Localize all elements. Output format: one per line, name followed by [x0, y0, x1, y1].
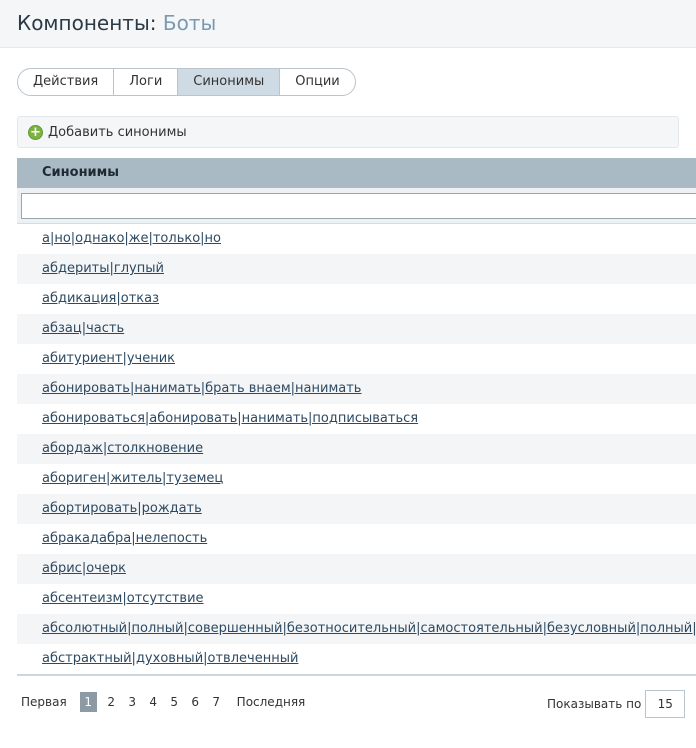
- synonyms-table: Синонимы а|но|однако|же|только|но абдерит…: [17, 158, 696, 676]
- column-header-synonyms[interactable]: Синонимы: [17, 158, 696, 188]
- synonym-link[interactable]: абордаж|столкновение: [42, 441, 203, 456]
- tab-synonyms[interactable]: Синонимы: [178, 69, 281, 95]
- table-row: абстрактный|духовный|отвлеченный: [17, 644, 696, 674]
- synonym-link[interactable]: абстрактный|духовный|отвлеченный: [42, 651, 298, 666]
- pager-first-link[interactable]: Первая: [21, 695, 67, 709]
- table-row: абориген|житель|туземец: [17, 464, 696, 494]
- synonym-link[interactable]: абитуриент|ученик: [42, 351, 175, 366]
- page-title: Компоненты: Боты: [0, 0, 696, 48]
- synonym-link[interactable]: абдериты|глупый: [42, 261, 164, 276]
- synonym-link[interactable]: абонироваться|абонировать|нанимать|подпи…: [42, 411, 418, 426]
- per-page-control: Показывать по 15: [547, 690, 686, 718]
- table-row: абсентеизм|отсутствие: [17, 584, 696, 614]
- synonym-link[interactable]: абонировать|нанимать|брать внаем|нанимат…: [42, 381, 361, 396]
- table-row: абдикация|отказ: [17, 284, 696, 314]
- tab-logs[interactable]: Логи: [114, 69, 179, 95]
- per-page-label: Показывать по: [547, 697, 642, 711]
- synonym-link[interactable]: абрис|очерк: [42, 561, 126, 576]
- table-row: абортировать|рождать: [17, 494, 696, 524]
- synonym-link[interactable]: абортировать|рождать: [42, 501, 202, 516]
- table-row: абдериты|глупый: [17, 254, 696, 284]
- pager-page-5[interactable]: 5: [164, 692, 185, 712]
- filter-row: [17, 188, 696, 224]
- table-row: а|но|однако|же|только|но: [17, 224, 696, 254]
- synonym-link[interactable]: абдикация|отказ: [42, 291, 159, 306]
- synonym-link[interactable]: абракадабра|нелепость: [42, 531, 207, 546]
- toolbar: + Добавить синонимы: [17, 116, 679, 148]
- table-row: абрис|очерк: [17, 554, 696, 584]
- plus-circle-icon[interactable]: +: [28, 124, 43, 140]
- pager-page-6[interactable]: 6: [185, 692, 206, 712]
- table-row: абордаж|столкновение: [17, 434, 696, 464]
- tab-actions[interactable]: Действия: [18, 69, 115, 95]
- table-row: абонироваться|абонировать|нанимать|подпи…: [17, 404, 696, 434]
- synonym-link[interactable]: абзац|часть: [42, 321, 124, 336]
- pager-page-4[interactable]: 4: [143, 692, 164, 712]
- table-footer-line: [17, 674, 696, 676]
- pager-page-1[interactable]: 1: [79, 692, 97, 712]
- pagination: Первая 1 2 3 4 5 6 7 Последняя: [17, 692, 305, 712]
- page-section-name: Боты: [162, 11, 217, 35]
- add-synonyms-button[interactable]: Добавить синонимы: [48, 125, 187, 140]
- tab-options[interactable]: Опции: [280, 69, 354, 95]
- table-row: абзац|часть: [17, 314, 696, 344]
- table-body: а|но|однако|же|только|но абдериты|глупый а…: [17, 224, 696, 674]
- pager-page-3[interactable]: 3: [122, 692, 143, 712]
- per-page-input[interactable]: 15: [645, 690, 686, 718]
- pager-last-link[interactable]: Последняя: [237, 695, 306, 709]
- table-row: абсолютный|полный|совершенный|безотносит…: [17, 614, 696, 644]
- pager-page-7[interactable]: 7: [206, 692, 227, 712]
- synonym-link[interactable]: абсентеизм|отсутствие: [42, 591, 204, 606]
- synonym-link[interactable]: абориген|житель|туземец: [42, 471, 223, 486]
- pager-page-2[interactable]: 2: [101, 692, 122, 712]
- table-row: абракадабра|нелепость: [17, 524, 696, 554]
- tab-bar: Действия Логи Синонимы Опции: [17, 68, 356, 96]
- table-row: абитуриент|ученик: [17, 344, 696, 374]
- synonyms-filter-input[interactable]: [21, 193, 696, 219]
- synonym-link[interactable]: а|но|однако|же|только|но: [42, 231, 221, 246]
- synonym-link[interactable]: абсолютный|полный|совершенный|безотносит…: [42, 621, 696, 636]
- table-row: абонировать|нанимать|брать внаем|нанимат…: [17, 374, 696, 404]
- page-title-text: Компоненты:: [17, 11, 157, 35]
